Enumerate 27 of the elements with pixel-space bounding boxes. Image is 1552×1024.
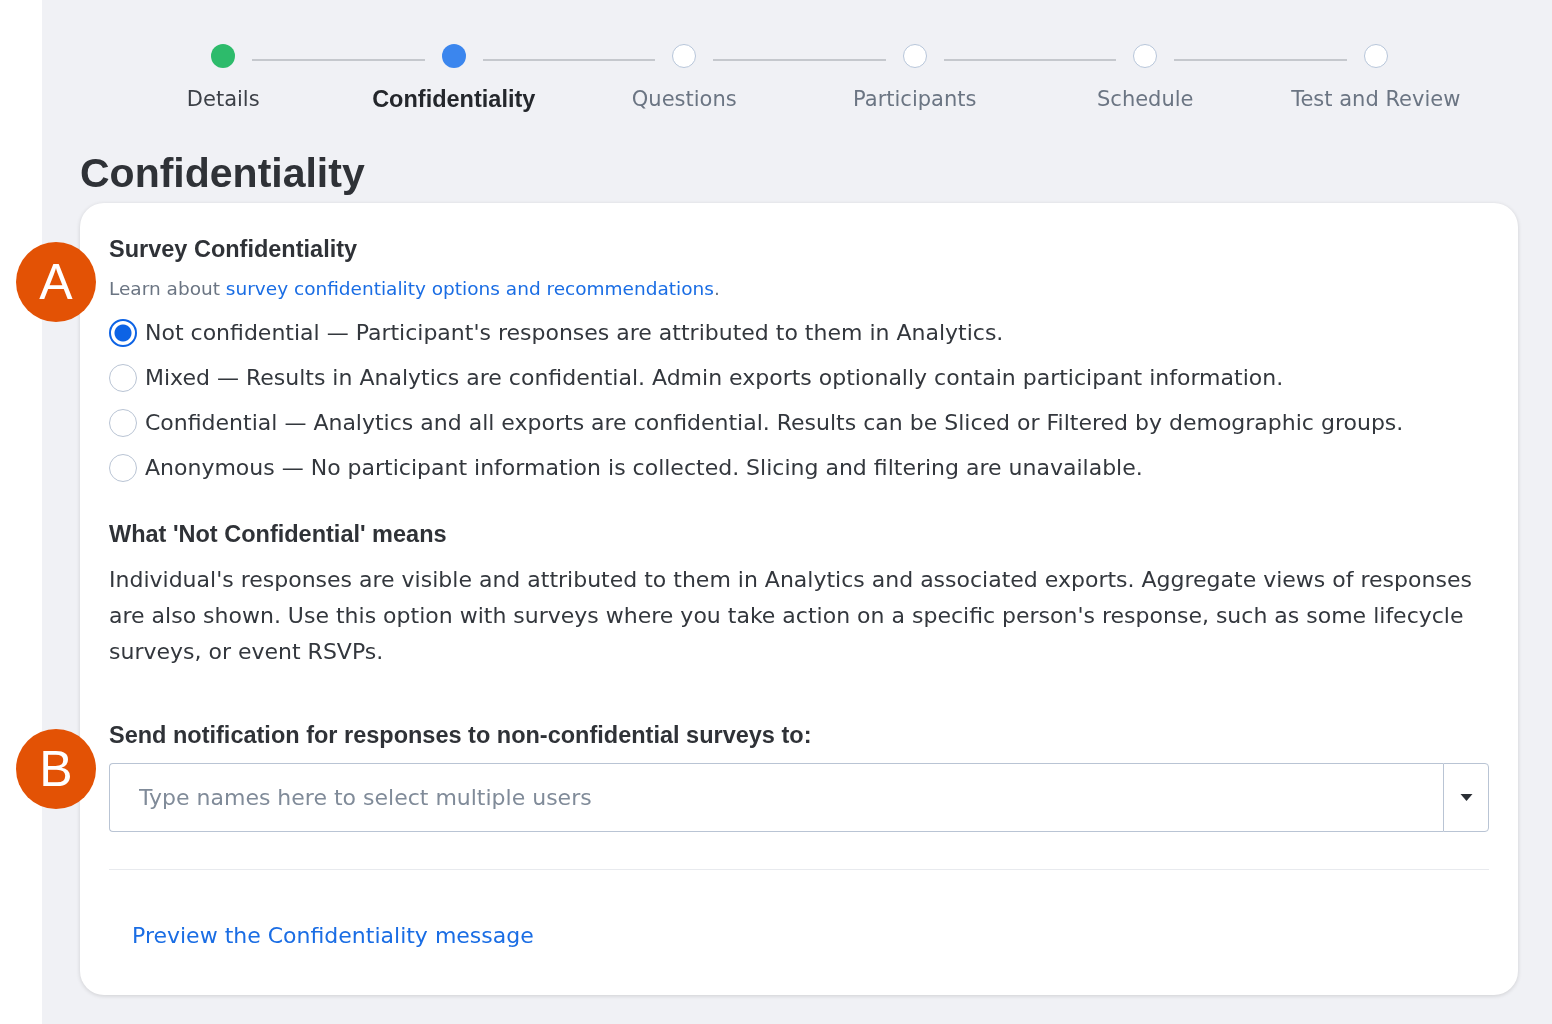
radio-option-label: Not confidential — Participant's responses are attributed to them in Analytics.: [145, 318, 1004, 347]
explanation-text: Individual's responses are visible and attributed to them in Analytics and associated exports. Aggregate views of responses are also shown. Use this option with surveys where you take action on a specific person's response, such as some lifecycle surveys, or event RSVPs.: [109, 566, 1473, 666]
callout-marker: A: [16, 242, 96, 322]
dropdown-toggle[interactable]: [1443, 763, 1489, 832]
caret-down-icon: [1459, 794, 1473, 801]
step-label[interactable]: Test and Review: [1291, 85, 1461, 113]
step-label[interactable]: Questions: [631, 85, 737, 113]
step-label[interactable]: Details: [186, 85, 260, 113]
confidentiality-options-link[interactable]: survey confidentiality options and recommendations: [225, 278, 714, 299]
user-select-input[interactable]: Type names here to select multiple users: [109, 763, 1443, 832]
page-title: Confidentiality: [80, 149, 366, 197]
step-label[interactable]: Participants: [853, 85, 977, 113]
radio-option-label: Anonymous — No participant information is collected. Slicing and filtering are unavailable.: [145, 453, 1143, 482]
notification-label: Send notification for responses to non-confidential surveys to:: [109, 721, 813, 749]
preview-message-link[interactable]: Preview the Confidentiality message: [132, 922, 534, 950]
radio-button[interactable]: [109, 318, 137, 347]
learn-more-text: Learn about survey confidentiality options and recommendations.: [109, 277, 721, 301]
radio-option-label: Mixed — Results in Analytics are confidential. Admin exports optionally contain participant information.: [145, 363, 1284, 392]
explanation-heading: What 'Not Confidential' means: [109, 520, 448, 548]
section-heading: Survey Confidentiality: [109, 235, 359, 263]
step-label[interactable]: Confidentiality: [372, 85, 536, 113]
radio-button[interactable]: [109, 453, 137, 482]
radio-option-label: Confidential — Analytics and all exports are confidential. Results can be Sliced or Filtered by demographic groups.: [145, 408, 1404, 437]
radio-button[interactable]: [109, 408, 137, 437]
step-label[interactable]: Schedule: [1097, 85, 1194, 113]
radio-button[interactable]: [109, 363, 137, 392]
callout-marker: B: [16, 729, 96, 809]
